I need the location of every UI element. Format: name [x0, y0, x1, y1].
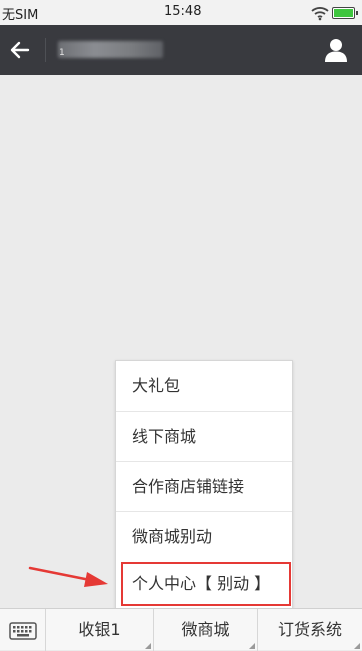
submenu-corner-icon — [354, 643, 360, 649]
menu-item-partner-store-link[interactable]: 合作商店铺链接 — [116, 461, 292, 511]
menu-item-personal-center[interactable]: 个人中心【 别动 】 — [121, 562, 291, 606]
tab-order-system-label: 订货系统 — [277, 620, 342, 639]
submenu-corner-icon — [249, 643, 255, 649]
tab-cashier-label: 收银1 — [78, 620, 121, 639]
battery-icon — [332, 7, 358, 19]
menu-item-gift-pack[interactable]: 大礼包 — [116, 361, 292, 411]
menu-item-offline-mall[interactable]: 线下商城 — [116, 411, 292, 461]
red-arrow-annotation — [28, 566, 108, 587]
header-divider — [45, 38, 46, 62]
chat-header: 1 — [0, 25, 362, 75]
chat-title: 1 — [59, 48, 65, 58]
bottom-menu-bar: 收银1 微商城 订货系统 — [0, 608, 362, 651]
tab-order-system[interactable]: 订货系统 — [258, 609, 362, 651]
tab-cashier[interactable]: 收银1 — [46, 609, 154, 651]
carrier-label: 无SIM — [2, 8, 39, 23]
keyboard-toggle-button[interactable] — [0, 609, 46, 651]
keyboard-icon — [9, 622, 37, 640]
blurred-chat-name — [58, 41, 163, 58]
menu-item-micro-mall[interactable]: 微商城别动 — [116, 511, 292, 561]
submenu-popup: 大礼包 线下商城 合作商店铺链接 微商城别动 个人中心【 别动 】 — [115, 360, 293, 609]
tab-micro-mall[interactable]: 微商城 — [154, 609, 258, 651]
back-arrow-icon[interactable] — [8, 37, 34, 63]
submenu-corner-icon — [145, 643, 151, 649]
status-bar: 无SIM 15:48 — [0, 0, 362, 25]
wifi-icon — [311, 7, 329, 21]
tab-micro-mall-label: 微商城 — [181, 620, 230, 639]
clock-time: 15:48 — [164, 4, 202, 19]
person-icon[interactable] — [322, 37, 350, 63]
